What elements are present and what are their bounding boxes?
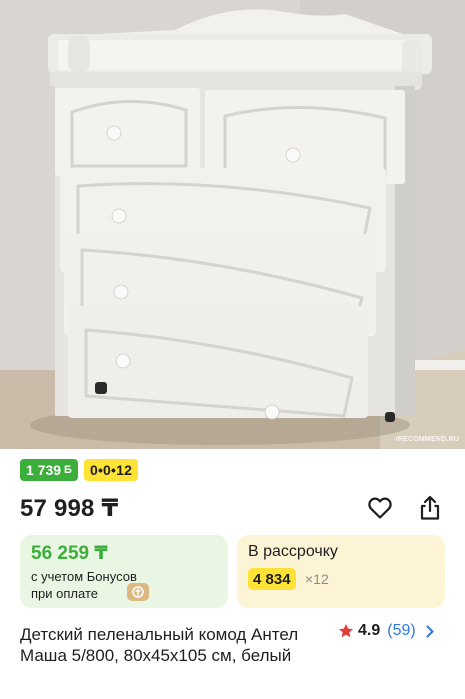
bonus-badge[interactable]: 1 739 Б <box>20 459 78 481</box>
bonus-price-card[interactable]: 56 259 ₸ с учетом Бонусов при оплате <box>20 535 228 608</box>
installment-card[interactable]: В рассрочку 4 834 ×12 <box>237 535 445 608</box>
favorite-button[interactable] <box>366 494 394 522</box>
photo-watermark: iRECOMMEND.RU <box>395 436 459 443</box>
chevron-right-icon[interactable] <box>426 625 434 638</box>
product-price: 57 998 ₸ <box>20 495 119 522</box>
installment-months: ×12 <box>305 571 329 587</box>
star-icon <box>339 624 353 638</box>
bonus-badge-value: 1 739 <box>26 462 62 478</box>
bonus-coin-icon: Б <box>64 464 72 476</box>
bonus-payment-note: при оплате <box>31 586 98 601</box>
reviews-count-link[interactable]: (59) <box>387 622 415 640</box>
product-photo[interactable]: iRECOMMEND.RU <box>0 0 465 449</box>
product-rating[interactable]: 4.9 (59) <box>338 622 434 640</box>
installment-amount: 4 834 <box>248 568 296 590</box>
heart-outline-icon <box>368 497 392 519</box>
bonus-price-value: 56 259 ₸ <box>31 543 108 564</box>
installment-title: В рассрочку <box>248 543 338 560</box>
promo-badges: 1 739 Б 0•0•12 <box>20 459 139 481</box>
share-icon <box>420 495 440 520</box>
installment-badge[interactable]: 0•0•12 <box>83 459 139 481</box>
dresser-image <box>0 0 465 449</box>
share-button[interactable] <box>416 494 444 522</box>
rating-value: 4.9 <box>358 622 381 639</box>
product-title: Детский пеленальный комод Антел Маша 5/8… <box>20 625 299 665</box>
bonus-price-note: с учетом Бонусов <box>31 569 137 584</box>
payment-chip-icon <box>127 583 149 601</box>
